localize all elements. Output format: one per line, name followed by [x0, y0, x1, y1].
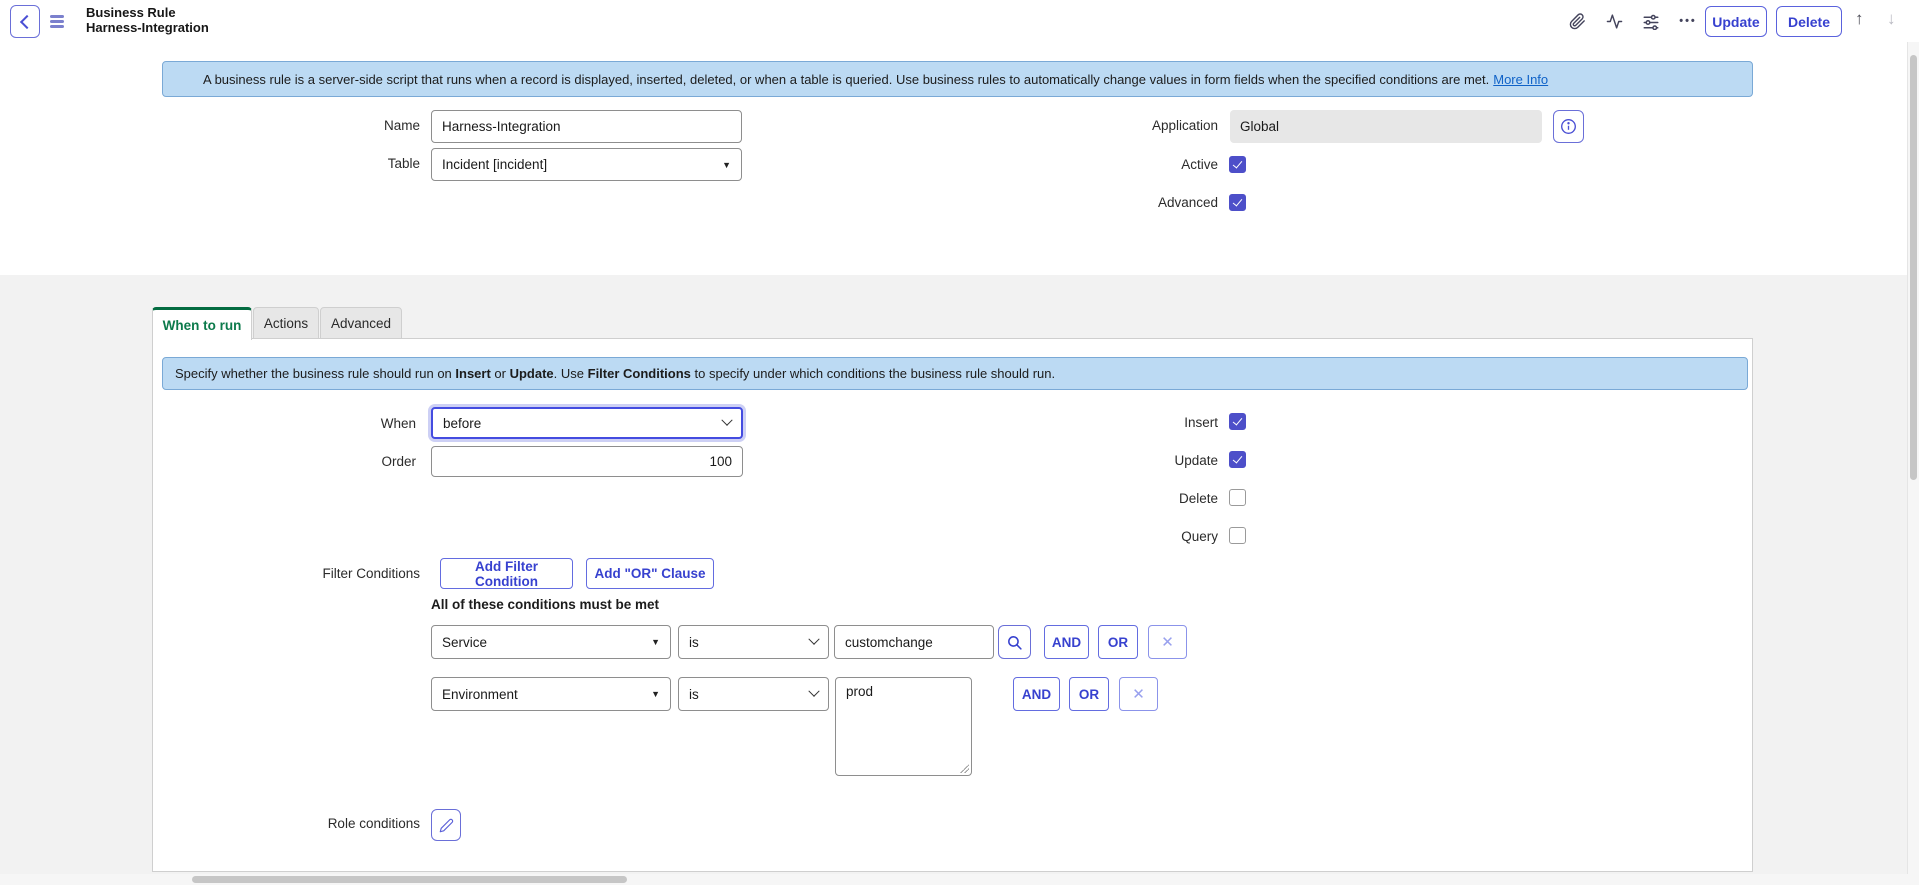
- search-icon: [1006, 634, 1023, 651]
- record-name-title: Harness-Integration: [86, 20, 209, 35]
- table-select[interactable]: Incident [incident] ▼: [431, 148, 742, 181]
- close-icon: ✕: [1132, 685, 1145, 703]
- form-annotation-banner: A business rule is a server-side script …: [162, 61, 1753, 97]
- update-label: Update: [1028, 453, 1218, 468]
- or-button[interactable]: OR: [1069, 677, 1109, 711]
- context-menu-icon[interactable]: [50, 15, 64, 27]
- advanced-label: Advanced: [1028, 195, 1218, 210]
- resize-grip-icon[interactable]: [959, 763, 969, 773]
- filter-conditions-label: Filter Conditions: [230, 566, 420, 581]
- when-label: When: [226, 416, 416, 431]
- pencil-icon: [439, 818, 454, 833]
- order-input[interactable]: 100: [431, 446, 743, 477]
- business-rule-form-page: Business Rule Harness-Integration ••• Up…: [0, 0, 1919, 885]
- application-info-button[interactable]: [1553, 110, 1584, 143]
- query-label: Query: [1028, 529, 1218, 544]
- update-button[interactable]: Update: [1705, 6, 1767, 37]
- more-options-icon[interactable]: •••: [1677, 11, 1699, 31]
- tab-advanced[interactable]: Advanced: [320, 307, 402, 339]
- reference-lookup-button[interactable]: [998, 625, 1031, 659]
- previous-record-arrow-icon[interactable]: ↑: [1855, 9, 1864, 29]
- name-input[interactable]: Harness-Integration: [431, 110, 742, 143]
- chevron-down-icon: [808, 686, 819, 697]
- add-filter-condition-button[interactable]: Add Filter Condition: [440, 558, 573, 589]
- active-label: Active: [1028, 157, 1218, 172]
- and-button[interactable]: AND: [1013, 677, 1060, 711]
- insert-checkbox[interactable]: [1229, 413, 1246, 430]
- active-checkbox[interactable]: [1229, 156, 1246, 173]
- attachment-paperclip-icon[interactable]: [1566, 11, 1588, 31]
- condition-field-select[interactable]: Environment ▼: [431, 677, 671, 711]
- personalize-sliders-icon[interactable]: [1640, 11, 1662, 31]
- delete-button[interactable]: Delete: [1776, 6, 1842, 37]
- conditions-must-be-met-text: All of these conditions must be met: [431, 597, 659, 612]
- when-to-run-annotation-banner: Specify whether the business rule should…: [162, 357, 1748, 390]
- form-header: Business Rule Harness-Integration ••• Up…: [0, 0, 1919, 42]
- insert-label: Insert: [1028, 415, 1218, 430]
- or-button[interactable]: OR: [1098, 625, 1138, 659]
- vertical-scrollbar[interactable]: [1907, 42, 1919, 885]
- tab-when-to-run[interactable]: When to run: [152, 307, 252, 340]
- dropdown-triangle-icon: ▼: [722, 160, 731, 170]
- condition-field-select[interactable]: Service ▼: [431, 625, 671, 659]
- name-label: Name: [230, 118, 420, 133]
- close-icon: ✕: [1161, 633, 1174, 651]
- chevron-down-icon: [808, 634, 819, 645]
- condition-value-input[interactable]: customchange: [834, 625, 994, 659]
- annotation-text: A business rule is a server-side script …: [203, 72, 1489, 87]
- chevron-left-icon: [19, 14, 33, 28]
- condition-value-textarea[interactable]: prod: [835, 677, 972, 776]
- dropdown-triangle-icon: ▼: [651, 637, 660, 647]
- delete-label: Delete: [1028, 491, 1218, 506]
- info-icon: [1560, 118, 1577, 135]
- delete-condition-button[interactable]: ✕: [1119, 677, 1158, 711]
- more-info-link[interactable]: More Info: [1493, 72, 1548, 87]
- dropdown-triangle-icon: ▼: [651, 689, 660, 699]
- next-record-arrow-icon[interactable]: ↓: [1887, 9, 1896, 29]
- condition-operator-select[interactable]: is: [678, 677, 829, 711]
- application-field: Global: [1230, 110, 1542, 143]
- delete-checkbox[interactable]: [1229, 489, 1246, 506]
- record-type-title: Business Rule: [86, 5, 209, 20]
- chevron-down-icon: [721, 415, 732, 426]
- add-or-clause-button[interactable]: Add "OR" Clause: [586, 558, 714, 589]
- activity-icon[interactable]: [1603, 11, 1625, 31]
- application-label: Application: [1028, 118, 1218, 133]
- query-checkbox[interactable]: [1229, 527, 1246, 544]
- update-checkbox[interactable]: [1229, 451, 1246, 468]
- vertical-scrollbar-thumb[interactable]: [1910, 55, 1917, 480]
- annotation-text: Specify whether the business rule should…: [175, 366, 1055, 381]
- horizontal-scrollbar-thumb[interactable]: [192, 876, 627, 883]
- back-button[interactable]: [10, 5, 40, 38]
- order-label: Order: [226, 454, 416, 469]
- page-title: Business Rule Harness-Integration: [86, 5, 209, 35]
- edit-role-conditions-button[interactable]: [431, 809, 461, 841]
- when-select[interactable]: before: [431, 407, 743, 439]
- tab-actions[interactable]: Actions: [253, 307, 319, 339]
- advanced-checkbox[interactable]: [1229, 194, 1246, 211]
- horizontal-scrollbar[interactable]: [0, 874, 1908, 885]
- and-button[interactable]: AND: [1044, 625, 1089, 659]
- table-label: Table: [230, 156, 420, 171]
- delete-condition-button[interactable]: ✕: [1148, 625, 1187, 659]
- role-conditions-label: Role conditions: [230, 816, 420, 831]
- condition-operator-select[interactable]: is: [678, 625, 829, 659]
